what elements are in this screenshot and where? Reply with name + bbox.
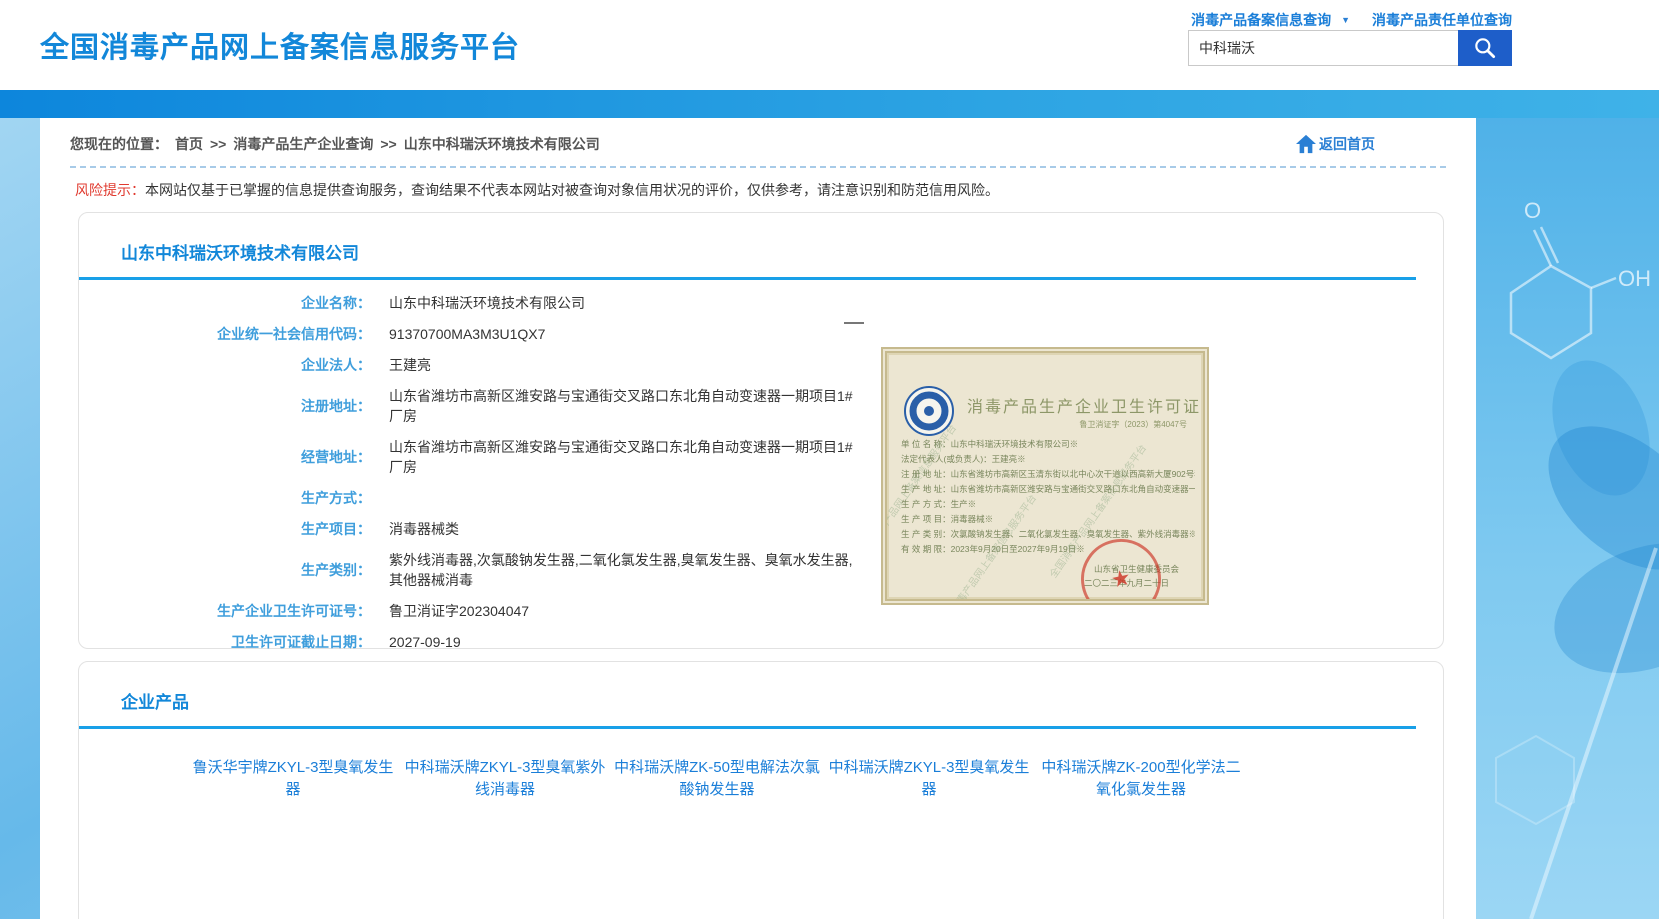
dash-mark	[844, 322, 864, 324]
molecule-art-icon: O OH	[1476, 118, 1659, 919]
field-value: 山东省潍坊市高新区潍安路与宝通街交叉路口东北角自动变速器一期项目1#厂房	[371, 386, 859, 426]
company-card-title: 山东中科瑞沃环境技术有限公司	[79, 213, 1443, 264]
field-label: 生产方式：	[79, 488, 371, 508]
field-label: 生产项目：	[79, 519, 371, 539]
product-link[interactable]: 中科瑞沃牌ZKYL-3型臭氧发生器	[823, 757, 1035, 801]
risk-notice: 风险提示：本网站仅基于已掌握的信息提供查询服务，查询结果不代表本网站对被查询对象…	[75, 180, 1446, 200]
back-home-link[interactable]: 返回首页	[1295, 134, 1375, 154]
certificate-line: 注 册 地 址：山东省潍坊市高新区玉清东街以北中心次干道以西高新大厦902号科研…	[901, 467, 1195, 482]
chevron-down-icon[interactable]: ▼	[1341, 15, 1350, 25]
field-label: 注册地址：	[79, 396, 371, 416]
search-button[interactable]	[1458, 30, 1512, 66]
home-icon	[1295, 134, 1317, 154]
product-link[interactable]: 中科瑞沃牌ZKYL-3型臭氧紫外线消毒器	[399, 757, 611, 801]
products-card-title: 企业产品	[79, 662, 1443, 713]
breadcrumb: 您现在的位置： 首页 >> 消毒产品生产企业查询 >> 山东中科瑞沃环境技术有限…	[70, 134, 600, 154]
product-link[interactable]: 中科瑞沃牌ZK-200型化学法二氧化氯发生器	[1035, 757, 1247, 801]
breadcrumb-separator: >>	[380, 136, 396, 152]
field-label: 生产企业卫生许可证号：	[79, 601, 371, 621]
field-row-production-mode: 生产方式：	[79, 488, 1443, 508]
certificate-line: 法定代表人(或负责人)：王建亮※	[901, 452, 1195, 467]
field-value: 山东中科瑞沃环境技术有限公司	[371, 293, 585, 313]
background-decoration: O OH	[1476, 118, 1659, 919]
breadcrumb-row: 您现在的位置： 首页 >> 消毒产品生产企业查询 >> 山东中科瑞沃环境技术有限…	[40, 118, 1476, 154]
company-info-card: 山东中科瑞沃环境技术有限公司 企业名称： 山东中科瑞沃环境技术有限公司 企业统一…	[78, 212, 1444, 649]
nav-link-record-info-query[interactable]: 消毒产品备案信息查询	[1191, 10, 1331, 30]
field-label: 生产类别：	[79, 560, 371, 580]
search-bar	[1188, 30, 1512, 66]
field-label: 经营地址：	[79, 447, 371, 467]
svg-text:O: O	[1524, 198, 1541, 223]
header-band	[0, 90, 1659, 118]
search-input[interactable]	[1188, 30, 1458, 66]
top-header: 全国消毒产品网上备案信息服务平台 消毒产品备案信息查询 ▼ 消毒产品责任单位查询	[0, 0, 1659, 90]
certificate-line: 生 产 类 别：次氯酸钠发生器、二氧化氯发生器、臭氧发生器、紫外线消毒器※	[901, 527, 1195, 542]
certificate-title: 消毒产品生产企业卫生许可证	[967, 393, 1201, 417]
field-label: 企业统一社会信用代码：	[79, 324, 371, 344]
field-row-registered-address: 注册地址： 山东省潍坊市高新区潍安路与宝通街交叉路口东北角自动变速器一期项目1#…	[79, 386, 1443, 426]
field-value: 紫外线消毒器,次氯酸钠发生器,二氧化氯发生器,臭氧发生器、臭氧水发生器,其他器械…	[371, 550, 859, 590]
field-row-production-category: 生产类别： 紫外线消毒器,次氯酸钠发生器,二氧化氯发生器,臭氧发生器、臭氧水发生…	[79, 550, 1443, 590]
svg-text:OH: OH	[1618, 266, 1651, 291]
breadcrumb-home-link[interactable]: 首页	[175, 134, 203, 154]
emblem-icon	[903, 385, 955, 437]
field-row-license-expiry: 卫生许可证截止日期： 2027-09-19	[79, 632, 1443, 652]
field-row-legal-person: 企业法人： 王建亮	[79, 355, 1443, 375]
field-value: 山东省潍坊市高新区潍安路与宝通街交叉路口东北角自动变速器一期项目1#厂房	[371, 437, 859, 477]
field-row-business-address: 经营地址： 山东省潍坊市高新区潍安路与宝通街交叉路口东北角自动变速器一期项目1#…	[79, 437, 1443, 477]
hygiene-license-certificate-image: 全国消毒产品网上备案信息服务平台 全国消毒产品网上备案信息服务平台 全国消毒产品…	[881, 347, 1209, 605]
field-value: 消毒器械类	[371, 519, 459, 539]
field-value: 鲁卫消证字202304047	[371, 601, 529, 621]
product-list: 鲁沃华宇牌ZKYL-3型臭氧发生器 中科瑞沃牌ZKYL-3型臭氧紫外线消毒器 中…	[79, 729, 1443, 815]
risk-notice-text: 本网站仅基于已掌握的信息提供查询服务，查询结果不代表本网站对被查询对象信用状况的…	[145, 182, 999, 198]
company-fields: 企业名称： 山东中科瑞沃环境技术有限公司 企业统一社会信用代码： 9137070…	[79, 280, 1443, 652]
certificate-line: 单 位 名 称：山东中科瑞沃环境技术有限公司※	[901, 437, 1195, 452]
field-label: 企业名称：	[79, 293, 371, 313]
certificate-line: 生 产 项 目：消毒器械※	[901, 512, 1195, 527]
field-value: 91370700MA3M3U1QX7	[371, 324, 545, 344]
product-link[interactable]: 鲁沃华宇牌ZKYL-3型臭氧发生器	[187, 757, 399, 801]
breadcrumb-location-label: 您现在的位置：	[70, 134, 168, 154]
breadcrumb-separator: >>	[210, 136, 226, 152]
nav-link-responsible-unit-query[interactable]: 消毒产品责任单位查询	[1372, 10, 1512, 30]
product-link[interactable]: 中科瑞沃牌ZK-50型电解法次氯酸钠发生器	[611, 757, 823, 801]
field-row-company-name: 企业名称： 山东中科瑞沃环境技术有限公司	[79, 293, 1443, 313]
breadcrumb-current: 山东中科瑞沃环境技术有限公司	[404, 134, 600, 154]
field-row-production-project: 生产项目： 消毒器械类	[79, 519, 1443, 539]
risk-notice-label: 风险提示：	[75, 182, 145, 198]
top-nav: 消毒产品备案信息查询 ▼ 消毒产品责任单位查询	[1191, 10, 1512, 30]
products-card: 企业产品 鲁沃华宇牌ZKYL-3型臭氧发生器 中科瑞沃牌ZKYL-3型臭氧紫外线…	[78, 661, 1444, 919]
field-row-credit-code: 企业统一社会信用代码： 91370700MA3M3U1QX7	[79, 324, 1443, 344]
breadcrumb-section-link[interactable]: 消毒产品生产企业查询	[233, 134, 373, 154]
certificate-line: 生 产 地 址：山东省潍坊市高新区潍安路与宝通街交叉路口东北角自动变速器一期项目…	[901, 482, 1195, 497]
field-row-license-number: 生产企业卫生许可证号： 鲁卫消证字202304047	[79, 601, 1443, 621]
site-title: 全国消毒产品网上备案信息服务平台	[40, 24, 520, 66]
search-icon	[1472, 35, 1498, 61]
field-label: 企业法人：	[79, 355, 371, 375]
certificate-line: 生 产 方 式：生产※	[901, 497, 1195, 512]
back-home-label: 返回首页	[1319, 134, 1375, 154]
main-content: 您现在的位置： 首页 >> 消毒产品生产企业查询 >> 山东中科瑞沃环境技术有限…	[40, 118, 1476, 919]
dashed-separator	[70, 166, 1446, 168]
field-label: 卫生许可证截止日期：	[79, 632, 371, 652]
field-value: 王建亮	[371, 355, 431, 375]
field-value: 2027-09-19	[371, 632, 461, 652]
certificate-number: 鲁卫消证字（2023）第4047号	[1079, 419, 1187, 430]
certificate-lines: 单 位 名 称：山东中科瑞沃环境技术有限公司※ 法定代表人(或负责人)：王建亮※…	[901, 437, 1195, 557]
page: O OH 全国消毒产品网上备案信息服务平台 消毒产品备案信息查询 ▼ 消毒产品责…	[0, 0, 1659, 919]
